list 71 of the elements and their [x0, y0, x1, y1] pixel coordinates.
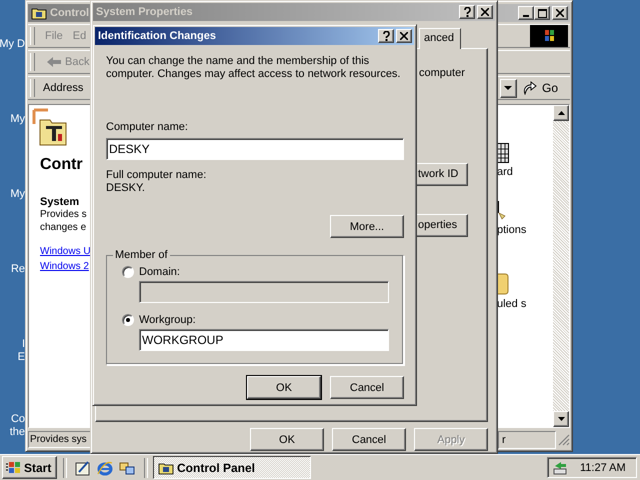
back-arrow-icon — [47, 57, 61, 67]
field-label: Full computer name: — [106, 169, 208, 182]
close-button[interactable] — [396, 29, 412, 43]
go-arrow-icon — [522, 81, 538, 95]
show-desktop-icon[interactable] — [75, 460, 91, 476]
radio-button[interactable] — [122, 266, 134, 278]
down-arrow-icon — [558, 417, 564, 421]
windows-flag-icon — [6, 460, 22, 474]
address-dropdown-button[interactable] — [500, 78, 517, 98]
window-title: System Properties — [96, 6, 193, 18]
start-button[interactable]: Start — [2, 456, 57, 479]
clock: 11:27 AM — [580, 462, 626, 474]
scroll-down-button[interactable] — [553, 411, 569, 427]
close-icon — [556, 9, 564, 17]
dialog-button[interactable]: OK — [250, 428, 324, 451]
more-button[interactable]: More... — [330, 215, 404, 238]
up-arrow-icon — [558, 111, 564, 115]
window-title: Control — [50, 7, 90, 19]
desktop-icon-label[interactable]: My — [10, 113, 25, 126]
button[interactable]: operties — [415, 214, 468, 237]
description-text: computer — [419, 66, 466, 79]
item-description: Provides s — [40, 208, 88, 221]
button[interactable]: twork ID — [415, 162, 468, 186]
folder-icon — [497, 273, 509, 295]
dialog-button[interactable]: OK — [247, 376, 321, 399]
input-field[interactable]: WORKGROUP — [139, 329, 389, 351]
intro-text: You can change the name and the membership of this computer. Changes may affect access to network resources. — [106, 55, 401, 81]
item-title: System — [40, 196, 80, 208]
field-label: Computer name: — [106, 121, 189, 134]
go-button[interactable]: Go — [522, 81, 558, 95]
keyboard-icon — [497, 143, 509, 163]
help-button[interactable] — [378, 29, 394, 43]
panel-link[interactable]: Windows U — [40, 246, 92, 257]
address-label: Address — [43, 82, 84, 94]
dropdown-arrow-icon — [504, 86, 512, 90]
folder-icon — [158, 460, 174, 474]
full-name-value: DESKY. — [106, 182, 146, 195]
close-icon — [400, 32, 408, 40]
help-icon — [382, 31, 390, 41]
dialog-button[interactable]: Cancel — [332, 428, 406, 451]
desktop-icon-label[interactable]: I — [22, 338, 25, 351]
scroll-up-button[interactable] — [553, 105, 569, 121]
radio-button[interactable] — [122, 314, 134, 326]
status-text: r — [498, 430, 556, 448]
resize-grip-icon[interactable] — [558, 434, 570, 446]
radio-label[interactable]: Workgroup: — [139, 314, 196, 326]
help-icon — [464, 7, 470, 17]
computer-name-field[interactable]: DESKY — [106, 138, 404, 160]
panel-heading: Contr — [40, 156, 84, 174]
item-label[interactable]: uled s — [497, 298, 537, 311]
close-icon — [481, 8, 489, 16]
radio-label[interactable]: Domain: — [139, 266, 180, 278]
item-label[interactable]: ard — [497, 166, 537, 179]
channels-icon[interactable] — [119, 460, 135, 476]
desktop-icon-label[interactable]: My — [10, 188, 25, 201]
desktop-icon-label[interactable]: the — [10, 426, 25, 439]
desktop-icon-label[interactable]: Co — [10, 413, 25, 426]
dialog-button[interactable]: Cancel — [330, 376, 404, 399]
maximize-icon — [538, 8, 546, 18]
taskbar-button[interactable]: Control Panel — [153, 456, 311, 479]
desktop-icon-label[interactable]: E — [18, 351, 25, 364]
item-description: changes e — [40, 221, 88, 234]
dialog-title: Identification Changes — [98, 30, 216, 42]
desktop-icon-label[interactable]: My D — [0, 38, 25, 51]
group-legend: Member of — [113, 249, 170, 261]
folder-icon — [31, 6, 47, 20]
browser-icon[interactable] — [97, 460, 113, 476]
desktop-icon-label[interactable]: Re — [10, 263, 25, 276]
tab[interactable]: anced — [419, 28, 461, 49]
windows-logo — [530, 25, 568, 47]
panel-link[interactable]: Windows 2 — [40, 261, 92, 272]
